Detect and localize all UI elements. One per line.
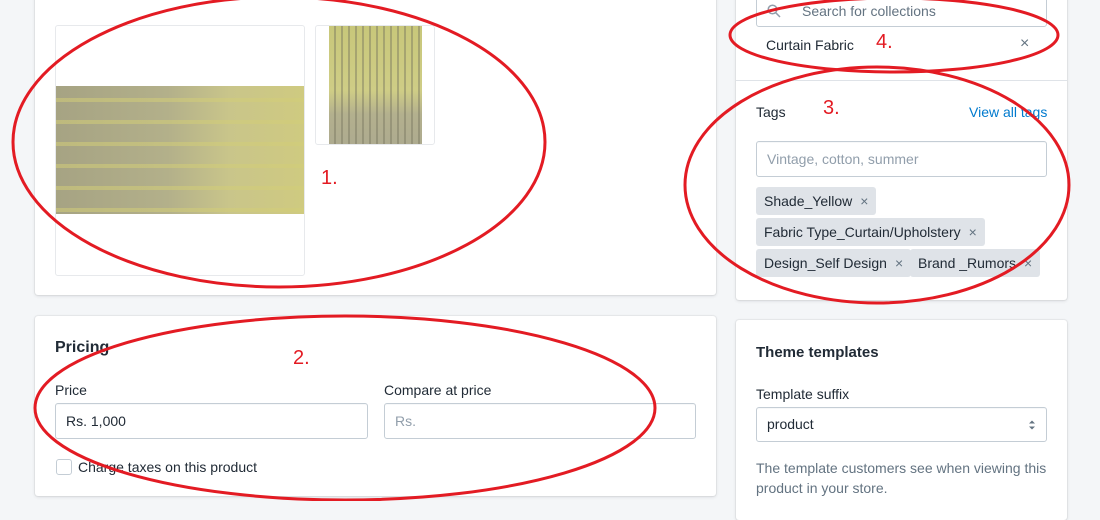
remove-tag-icon[interactable]: × (895, 255, 903, 271)
price-label: Price (55, 382, 87, 398)
collection-item-label: Curtain Fabric (766, 37, 854, 53)
collections-search-placeholder: Search for collections (802, 2, 936, 19)
tag-label: Fabric Type_Curtain/Upholstery (764, 224, 961, 240)
compare-price-input[interactable] (384, 403, 696, 439)
search-icon (767, 3, 781, 18)
tag-fabric-type: Fabric Type_Curtain/Upholstery × (756, 218, 985, 246)
tags-input[interactable] (756, 141, 1047, 177)
tag-shade-yellow: Shade_Yellow × (756, 187, 877, 215)
template-suffix-label: Template suffix (756, 386, 850, 402)
annotation-label-3: 3. (823, 97, 840, 119)
annotation-label-1: 1. (321, 167, 338, 189)
remove-tag-icon[interactable]: × (969, 224, 977, 240)
charge-taxes-label: Charge taxes on this product (78, 459, 257, 475)
tags-title: Tags (756, 104, 786, 120)
theme-templates-title: Theme templates (756, 344, 879, 361)
charge-taxes-checkbox[interactable] (56, 459, 72, 475)
compare-price-label: Compare at price (384, 382, 492, 398)
tag-design: Design_Self Design × (756, 249, 912, 277)
pricing-card: Pricing Price Compare at price Charge ta… (35, 316, 716, 496)
template-suffix-value: product (767, 416, 814, 432)
remove-tag-icon[interactable]: × (860, 193, 868, 209)
view-all-tags-link[interactable]: View all tags (969, 104, 1047, 120)
pricing-title: Pricing (55, 339, 110, 356)
tag-label: Design_Self Design (764, 255, 887, 271)
tag-label: Brand _Rumors (918, 255, 1017, 271)
select-arrows-icon (1029, 420, 1035, 430)
theme-templates-card: Theme templates Template suffix product … (736, 320, 1067, 520)
remove-collection-icon[interactable]: × (1020, 35, 1029, 53)
fabric-photo-wide (56, 86, 304, 214)
fabric-photo-tall (329, 26, 422, 144)
tag-label: Shade_Yellow (764, 193, 853, 209)
annotation-label-4: 4. (876, 31, 893, 53)
template-help-text: The template customers see when viewing … (756, 460, 1047, 496)
organization-card: Search for collections Curtain Fabric × … (736, 0, 1067, 300)
template-suffix-select[interactable]: product (756, 407, 1047, 442)
remove-tag-icon[interactable]: × (1024, 255, 1032, 271)
product-image-main[interactable] (55, 25, 305, 276)
price-input[interactable] (55, 403, 368, 439)
section-divider (736, 80, 1067, 81)
tag-brand: Brand _Rumors × (910, 249, 1041, 277)
media-card (35, 0, 716, 295)
annotation-label-2: 2. (293, 347, 310, 369)
collections-search-field[interactable]: Search for collections (756, 0, 1047, 27)
product-image-thumbnail[interactable] (315, 25, 435, 145)
